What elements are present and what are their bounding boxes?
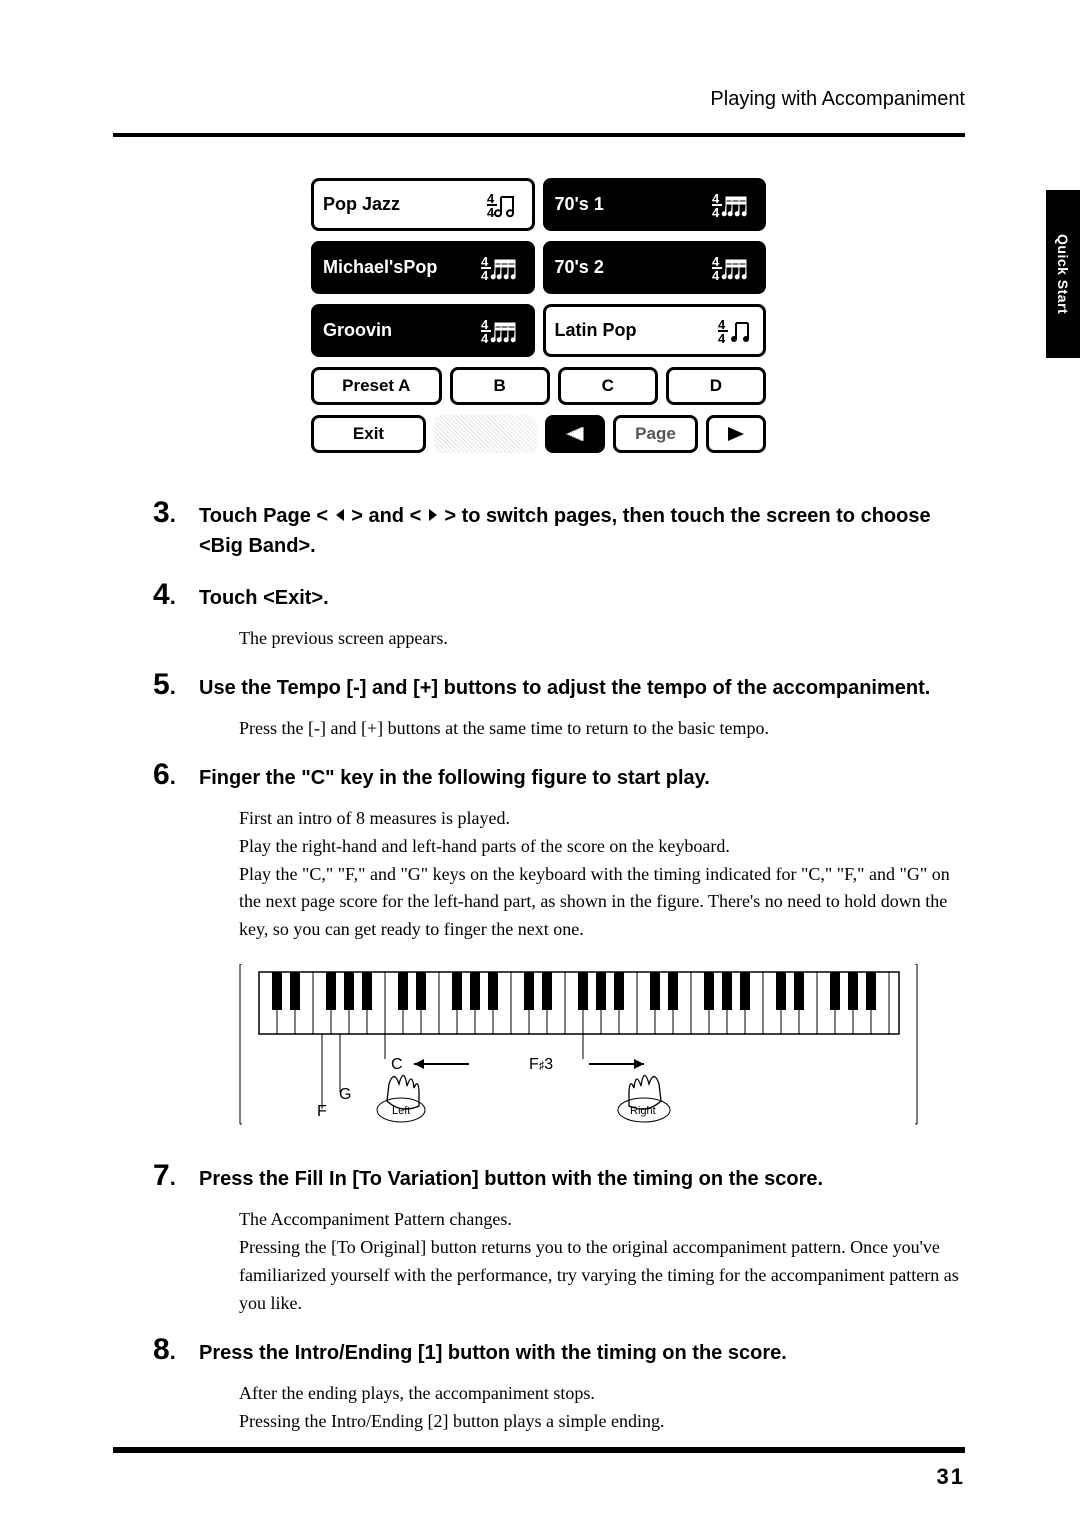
exit-button[interactable]: Exit bbox=[311, 415, 426, 453]
step-body: The previous screen appears. bbox=[239, 625, 965, 653]
svg-text:F♯3: F♯3 bbox=[529, 1056, 553, 1073]
style-label: Groovin bbox=[323, 320, 392, 341]
step-3: 3. Touch Page < > and < > to switch page… bbox=[153, 495, 965, 561]
beat-icon: 44 bbox=[481, 307, 523, 354]
style-btn-70s-1[interactable]: 70's 1 44 bbox=[543, 178, 767, 231]
step-number: 7. bbox=[153, 1158, 199, 1194]
svg-text:4: 4 bbox=[481, 254, 489, 269]
page-label: Page bbox=[613, 415, 698, 453]
step-title: Touch <Exit>. bbox=[199, 577, 329, 613]
step-body-line: First an intro of 8 measures is played. bbox=[239, 805, 965, 833]
beat-icon: 44 bbox=[487, 181, 523, 228]
style-btn-michaels-pop[interactable]: Michael'sPop 44 bbox=[311, 241, 535, 294]
step-4: 4. Touch <Exit>. bbox=[153, 577, 965, 613]
step-number: 3. bbox=[153, 495, 199, 561]
step-body-line: Play the "C," "F," and "G" keys on the k… bbox=[239, 861, 965, 945]
divider-top bbox=[113, 133, 965, 137]
beat-icon: 44 bbox=[712, 181, 754, 228]
step-title: Use the Tempo [-] and [+] buttons to adj… bbox=[199, 667, 930, 703]
preset-label: C bbox=[602, 376, 614, 396]
style-label: Pop Jazz bbox=[323, 194, 400, 215]
page-header: Playing with Accompaniment bbox=[710, 88, 965, 111]
step-number: 5. bbox=[153, 667, 199, 703]
page-next-button[interactable] bbox=[706, 415, 766, 453]
lcd-screen: Pop Jazz 44 70's 1 44 Michael'sPop 44 70… bbox=[311, 178, 766, 463]
svg-text:4: 4 bbox=[712, 268, 720, 282]
svg-text:Left: Left bbox=[392, 1105, 410, 1117]
side-tab-quick-start: Quick Start bbox=[1046, 190, 1080, 358]
svg-text:4: 4 bbox=[712, 205, 720, 219]
step-7: 7. Press the Fill In [To Variation] butt… bbox=[153, 1158, 965, 1194]
hatched-left-icon bbox=[565, 427, 585, 441]
style-label: 70's 1 bbox=[555, 194, 604, 215]
svg-text:4: 4 bbox=[712, 254, 720, 269]
step-body: Press the [-] and [+] buttons at the sam… bbox=[239, 715, 965, 743]
keyboard-figure: C G F F♯3 Left Right bbox=[239, 964, 919, 1129]
step-5: 5. Use the Tempo [-] and [+] buttons to … bbox=[153, 667, 965, 703]
svg-text:Right: Right bbox=[630, 1105, 656, 1117]
page-prev-button[interactable] bbox=[545, 415, 605, 453]
step-title: Finger the "C" key in the following figu… bbox=[199, 757, 710, 793]
preset-d-button[interactable]: D bbox=[666, 367, 766, 405]
divider-bottom bbox=[113, 1447, 965, 1453]
style-btn-pop-jazz[interactable]: Pop Jazz 44 bbox=[311, 178, 535, 231]
step-number: 6. bbox=[153, 757, 199, 793]
step-number: 8. bbox=[153, 1332, 199, 1368]
triangle-right-icon bbox=[726, 427, 746, 441]
svg-text:4: 4 bbox=[712, 191, 720, 206]
preset-label: D bbox=[710, 376, 722, 396]
svg-text:C: C bbox=[391, 1056, 403, 1073]
step-body: First an intro of 8 measures is played. … bbox=[239, 805, 965, 944]
style-btn-latin-pop[interactable]: Latin Pop 44 bbox=[543, 304, 767, 357]
style-label: 70's 2 bbox=[555, 257, 604, 278]
style-label: Latin Pop bbox=[555, 320, 637, 341]
preset-label: B bbox=[494, 376, 506, 396]
step-body-line: Play the right-hand and left-hand parts … bbox=[239, 833, 965, 861]
triangle-right-icon bbox=[427, 508, 439, 522]
beat-icon: 44 bbox=[712, 244, 754, 291]
page-number: 31 bbox=[937, 1464, 965, 1490]
svg-text:4: 4 bbox=[481, 331, 489, 345]
beat-icon: 44 bbox=[718, 307, 754, 354]
step-body-line: The Accompaniment Pattern changes. bbox=[239, 1206, 965, 1234]
lcd-spacer bbox=[434, 415, 537, 453]
step-body-line: Pressing the Intro/Ending [2] button pla… bbox=[239, 1408, 965, 1436]
svg-text:4: 4 bbox=[487, 191, 495, 206]
step-6: 6. Finger the "C" key in the following f… bbox=[153, 757, 965, 793]
style-btn-groovin[interactable]: Groovin 44 bbox=[311, 304, 535, 357]
svg-text:4: 4 bbox=[481, 317, 489, 332]
step-8: 8. Press the Intro/Ending [1] button wit… bbox=[153, 1332, 965, 1368]
svg-text:F: F bbox=[317, 1103, 327, 1120]
preset-a-button[interactable]: Preset A bbox=[311, 367, 442, 405]
preset-label: Preset A bbox=[342, 376, 410, 396]
step-title: Press the Intro/Ending [1] button with t… bbox=[199, 1332, 787, 1368]
svg-text:G: G bbox=[339, 1086, 351, 1103]
preset-b-button[interactable]: B bbox=[450, 367, 550, 405]
step-title: Touch Page < > and < > to switch pages, … bbox=[199, 495, 965, 561]
svg-text:4: 4 bbox=[487, 205, 495, 219]
step-number: 4. bbox=[153, 577, 199, 613]
style-btn-70s-2[interactable]: 70's 2 44 bbox=[543, 241, 767, 294]
step-body: The Accompaniment Pattern changes. Press… bbox=[239, 1206, 965, 1318]
step-body: After the ending plays, the accompanimen… bbox=[239, 1380, 965, 1436]
svg-text:4: 4 bbox=[718, 331, 726, 345]
step-body-line: Pressing the [To Original] button return… bbox=[239, 1234, 965, 1318]
step-body-line: After the ending plays, the accompanimen… bbox=[239, 1380, 965, 1408]
style-label: Michael'sPop bbox=[323, 257, 437, 278]
preset-c-button[interactable]: C bbox=[558, 367, 658, 405]
step-title: Press the Fill In [To Variation] button … bbox=[199, 1158, 823, 1194]
svg-text:4: 4 bbox=[481, 268, 489, 282]
svg-text:4: 4 bbox=[718, 317, 726, 332]
beat-icon: 44 bbox=[481, 244, 523, 291]
triangle-left-icon bbox=[334, 508, 346, 522]
